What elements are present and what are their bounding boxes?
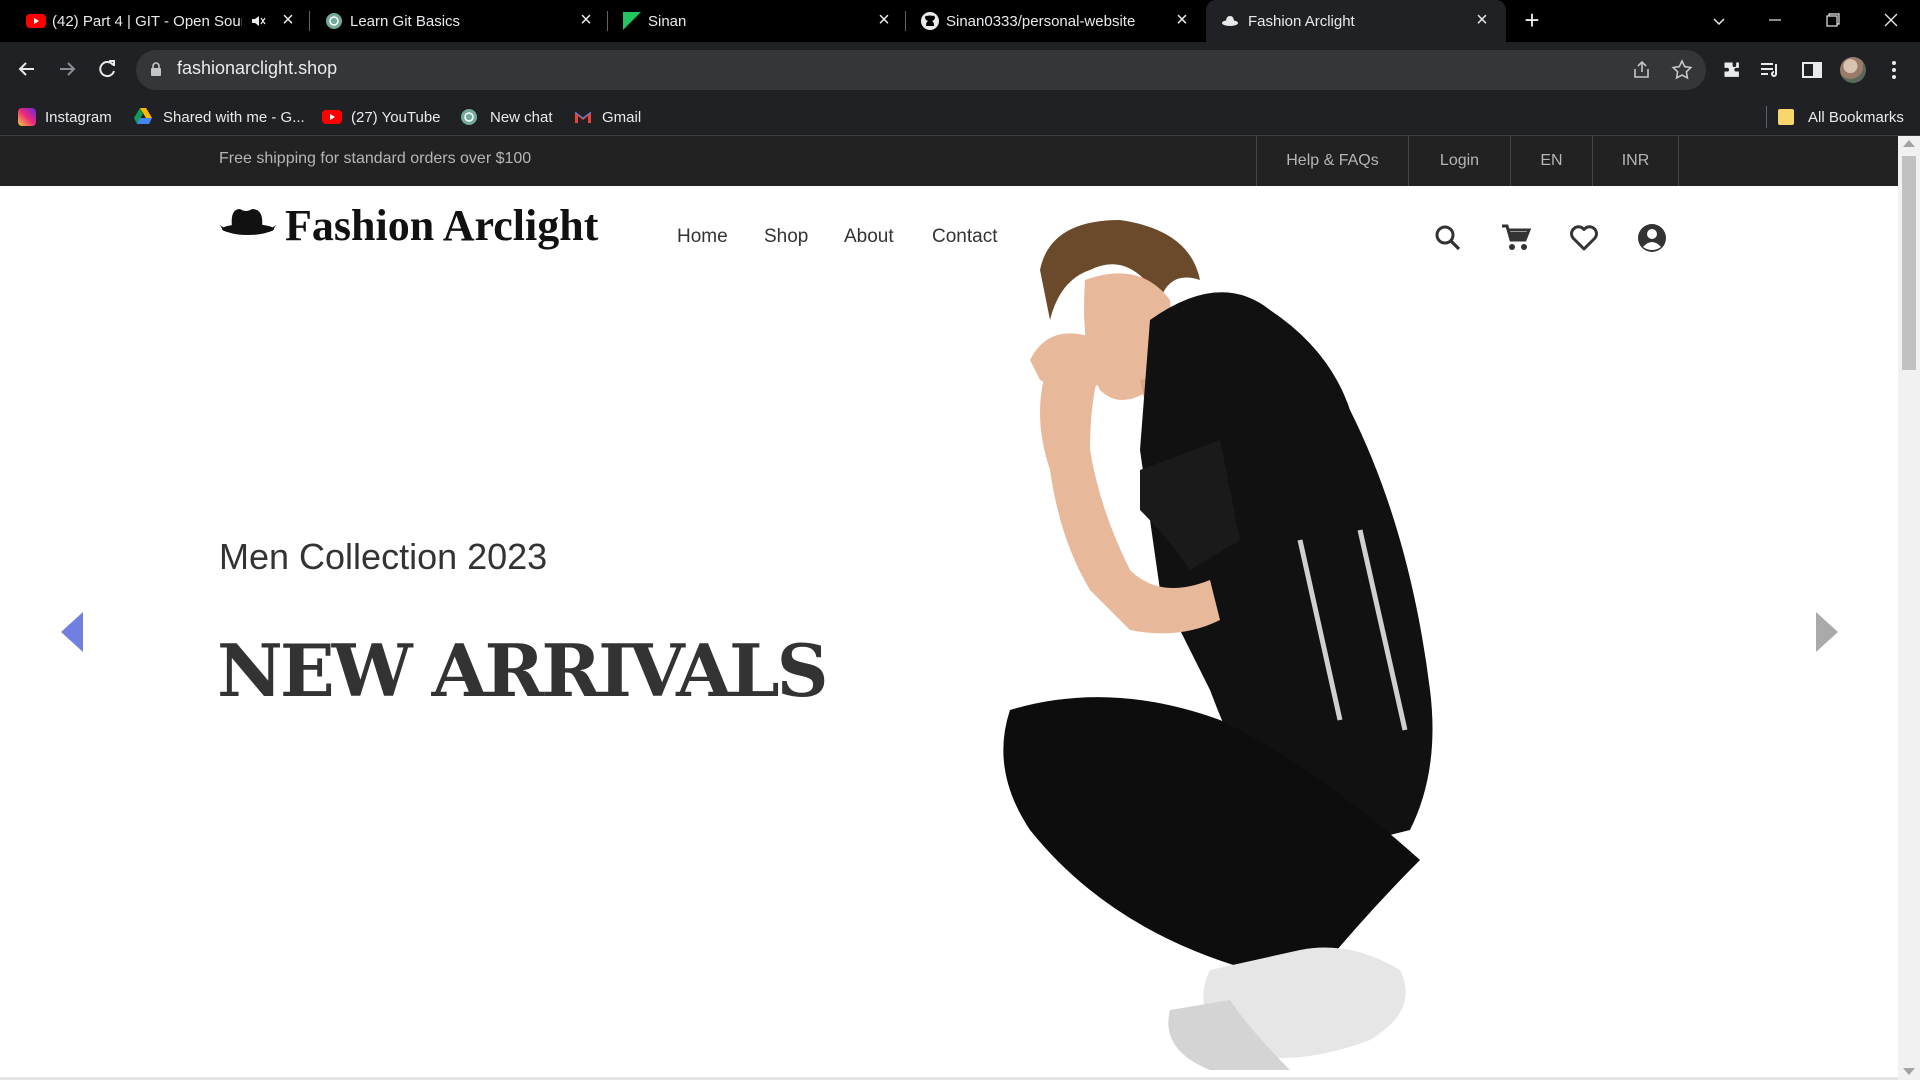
folder-icon bbox=[1778, 109, 1794, 125]
tab-separator bbox=[607, 11, 608, 31]
close-tab-icon[interactable]: × bbox=[278, 10, 298, 31]
media-controls-icon[interactable] bbox=[1758, 58, 1782, 82]
tab-fashion-arclight[interactable]: Fashion Arclight × bbox=[1206, 0, 1506, 42]
bookmark-new-chat[interactable]: New chat bbox=[460, 104, 553, 130]
close-tab-icon[interactable]: × bbox=[576, 10, 596, 31]
github-icon bbox=[920, 12, 940, 30]
gmail-icon bbox=[574, 110, 592, 124]
hero-title: NEW ARRIVALS bbox=[217, 628, 829, 713]
instagram-icon bbox=[18, 108, 36, 126]
tab-sinan[interactable]: Sinan × bbox=[622, 0, 906, 42]
hat-logo-icon[interactable] bbox=[218, 205, 278, 245]
tab-separator bbox=[905, 11, 906, 31]
next-slide-arrow-icon[interactable] bbox=[1814, 612, 1838, 652]
language-selector[interactable]: EN bbox=[1510, 136, 1592, 186]
chatgpt-icon bbox=[324, 12, 344, 30]
share-icon[interactable] bbox=[1630, 58, 1654, 82]
bookmark-gmail[interactable]: Gmail bbox=[574, 104, 641, 130]
account-icon[interactable] bbox=[1636, 222, 1668, 254]
bookmark-youtube[interactable]: (27) YouTube bbox=[322, 104, 441, 130]
prev-slide-arrow-icon[interactable] bbox=[61, 612, 85, 652]
hero-model-image bbox=[990, 210, 1550, 1080]
side-panel-icon[interactable] bbox=[1800, 58, 1824, 82]
new-tab-button[interactable]: + bbox=[1520, 7, 1544, 33]
lock-icon[interactable] bbox=[150, 62, 162, 77]
address-bar[interactable] bbox=[136, 50, 1706, 90]
bookmark-label: New chat bbox=[490, 108, 553, 126]
tab-title: Learn Git Basics bbox=[350, 12, 461, 30]
shipping-notice: Free shipping for standard orders over $… bbox=[219, 150, 532, 167]
all-bookmarks-label: All Bookmarks bbox=[1808, 108, 1904, 126]
google-drive-icon bbox=[134, 108, 152, 126]
bookmarks-separator bbox=[1766, 106, 1767, 128]
bookmark-label: (27) YouTube bbox=[351, 108, 441, 126]
back-icon[interactable] bbox=[14, 56, 40, 82]
tab-learn-git[interactable]: Learn Git Basics × bbox=[324, 0, 608, 42]
forward-icon[interactable] bbox=[54, 56, 80, 82]
brand-logo[interactable]: Fashion Arclight bbox=[285, 200, 598, 251]
hero-subtitle: Men Collection 2023 bbox=[219, 536, 548, 577]
close-tab-icon[interactable]: × bbox=[1172, 10, 1192, 31]
extensions-icon[interactable] bbox=[1720, 58, 1744, 82]
bookmark-google-drive[interactable]: Shared with me - G... bbox=[134, 104, 305, 130]
nav-home[interactable]: Home bbox=[677, 226, 728, 248]
wishlist-heart-icon[interactable] bbox=[1568, 222, 1600, 254]
nav-about[interactable]: About bbox=[844, 226, 894, 248]
tab-title: (42) Part 4 | GIT - Open Sour bbox=[52, 12, 242, 30]
currency-selector[interactable]: INR bbox=[1592, 136, 1678, 186]
nav-shop[interactable]: Shop bbox=[764, 226, 808, 248]
chrome-menu-icon[interactable] bbox=[1882, 58, 1906, 82]
tab-title: Sinan0333/personal-website bbox=[946, 12, 1136, 30]
speaker-icon[interactable] bbox=[250, 13, 266, 33]
bookmark-label: Shared with me - G... bbox=[163, 108, 305, 126]
nav-contact[interactable]: Contact bbox=[932, 226, 997, 248]
green-flag-icon bbox=[622, 12, 642, 30]
scrollbar-thumb[interactable] bbox=[1902, 156, 1916, 370]
minimize-icon[interactable] bbox=[1762, 8, 1788, 34]
url-text[interactable]: fashionarclight.shop bbox=[177, 58, 337, 79]
profile-avatar[interactable] bbox=[1840, 57, 1866, 83]
help-faqs-link[interactable]: Help & FAQs bbox=[1256, 136, 1408, 186]
close-window-icon[interactable] bbox=[1878, 8, 1904, 34]
bookmark-instagram[interactable]: Instagram bbox=[18, 104, 112, 130]
hat-icon bbox=[1220, 12, 1240, 30]
scroll-up-arrow-icon[interactable] bbox=[1903, 140, 1915, 147]
topbar-divider bbox=[1678, 136, 1679, 186]
tab-separator bbox=[309, 11, 310, 31]
reload-icon[interactable] bbox=[94, 56, 120, 82]
close-tab-icon[interactable]: × bbox=[874, 10, 894, 31]
chatgpt-icon bbox=[460, 108, 478, 126]
youtube-icon bbox=[26, 12, 46, 30]
tab-youtube[interactable]: (42) Part 4 | GIT - Open Sour × bbox=[26, 0, 310, 42]
all-bookmarks[interactable]: All Bookmarks bbox=[1778, 104, 1904, 130]
youtube-icon bbox=[322, 110, 342, 124]
close-tab-icon[interactable]: × bbox=[1472, 10, 1492, 31]
tab-title: Fashion Arclight bbox=[1248, 12, 1355, 30]
bookmark-label: Gmail bbox=[602, 108, 642, 126]
restore-icon[interactable] bbox=[1820, 8, 1846, 34]
scroll-down-arrow-icon[interactable] bbox=[1903, 1068, 1915, 1075]
tab-search-icon[interactable] bbox=[1706, 8, 1732, 34]
bookmark-label: Instagram bbox=[45, 108, 112, 126]
login-link[interactable]: Login bbox=[1408, 136, 1510, 186]
bookmark-star-icon[interactable] bbox=[1670, 58, 1694, 82]
tab-title: Sinan bbox=[648, 12, 687, 30]
tab-github[interactable]: Sinan0333/personal-website × bbox=[920, 0, 1192, 42]
